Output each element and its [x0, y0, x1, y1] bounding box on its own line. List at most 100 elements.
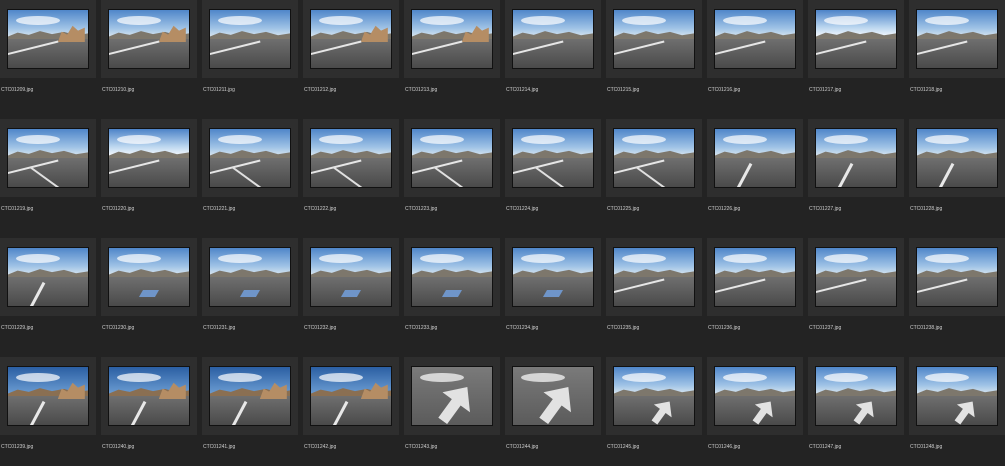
thumbnail-item[interactable]: CTC01218.jpg: [909, 0, 1005, 109]
thumbnail-item[interactable]: CTC01225.jpg: [606, 119, 702, 228]
photo-thumbnail[interactable]: [613, 247, 695, 307]
thumbnail-frame[interactable]: [101, 357, 197, 435]
photo-thumbnail[interactable]: [512, 128, 594, 188]
photo-thumbnail[interactable]: [108, 247, 190, 307]
photo-thumbnail[interactable]: [310, 9, 392, 69]
thumbnail-item[interactable]: CTC01220.jpg: [101, 119, 197, 228]
thumbnail-frame[interactable]: [909, 0, 1005, 78]
thumbnail-frame[interactable]: [707, 0, 803, 78]
thumbnail-item[interactable]: CTC01235.jpg: [606, 238, 702, 347]
photo-thumbnail[interactable]: [916, 9, 998, 69]
photo-thumbnail[interactable]: [714, 9, 796, 69]
thumbnail-item[interactable]: CTC01239.jpg: [0, 357, 96, 466]
thumbnail-frame[interactable]: [404, 119, 500, 197]
photo-thumbnail[interactable]: [916, 366, 998, 426]
thumbnail-frame[interactable]: [202, 357, 298, 435]
thumbnail-item[interactable]: CTC01236.jpg: [707, 238, 803, 347]
thumbnail-item[interactable]: CTC01246.jpg: [707, 357, 803, 466]
photo-thumbnail[interactable]: [411, 9, 493, 69]
thumbnail-item[interactable]: CTC01213.jpg: [404, 0, 500, 109]
photo-thumbnail[interactable]: [411, 247, 493, 307]
thumbnail-frame[interactable]: [808, 357, 904, 435]
photo-thumbnail[interactable]: [714, 247, 796, 307]
thumbnail-item[interactable]: CTC01217.jpg: [808, 0, 904, 109]
photo-thumbnail[interactable]: [209, 366, 291, 426]
photo-thumbnail[interactable]: [815, 128, 897, 188]
thumbnail-frame[interactable]: [303, 119, 399, 197]
photo-thumbnail[interactable]: [108, 366, 190, 426]
thumbnail-frame[interactable]: [505, 357, 601, 435]
thumbnail-frame[interactable]: [505, 119, 601, 197]
thumbnail-frame[interactable]: [0, 119, 96, 197]
thumbnail-item[interactable]: CTC01240.jpg: [101, 357, 197, 466]
thumbnail-frame[interactable]: [909, 119, 1005, 197]
thumbnail-item[interactable]: CTC01231.jpg: [202, 238, 298, 347]
thumbnail-frame[interactable]: [707, 119, 803, 197]
thumbnail-item[interactable]: CTC01245.jpg: [606, 357, 702, 466]
photo-thumbnail[interactable]: [613, 366, 695, 426]
thumbnail-item[interactable]: CTC01232.jpg: [303, 238, 399, 347]
photo-thumbnail[interactable]: [310, 128, 392, 188]
thumbnail-frame[interactable]: [101, 238, 197, 316]
photo-thumbnail[interactable]: [411, 366, 493, 426]
thumbnail-frame[interactable]: [0, 238, 96, 316]
photo-thumbnail[interactable]: [512, 366, 594, 426]
photo-thumbnail[interactable]: [815, 366, 897, 426]
thumbnail-frame[interactable]: [707, 238, 803, 316]
thumbnail-frame[interactable]: [101, 0, 197, 78]
thumbnail-frame[interactable]: [0, 357, 96, 435]
thumbnail-item[interactable]: CTC01222.jpg: [303, 119, 399, 228]
thumbnail-frame[interactable]: [303, 0, 399, 78]
thumbnail-item[interactable]: CTC01221.jpg: [202, 119, 298, 228]
thumbnail-item[interactable]: CTC01214.jpg: [505, 0, 601, 109]
photo-thumbnail[interactable]: [613, 9, 695, 69]
thumbnail-frame[interactable]: [606, 119, 702, 197]
thumbnail-frame[interactable]: [606, 357, 702, 435]
thumbnail-item[interactable]: CTC01247.jpg: [808, 357, 904, 466]
thumbnail-item[interactable]: CTC01233.jpg: [404, 238, 500, 347]
thumbnail-item[interactable]: CTC01228.jpg: [909, 119, 1005, 228]
photo-thumbnail[interactable]: [613, 128, 695, 188]
photo-thumbnail[interactable]: [411, 128, 493, 188]
thumbnail-frame[interactable]: [404, 357, 500, 435]
thumbnail-item[interactable]: CTC01212.jpg: [303, 0, 399, 109]
photo-thumbnail[interactable]: [310, 247, 392, 307]
thumbnail-item[interactable]: CTC01224.jpg: [505, 119, 601, 228]
thumbnail-frame[interactable]: [404, 238, 500, 316]
photo-thumbnail[interactable]: [7, 128, 89, 188]
thumbnail-frame[interactable]: [808, 0, 904, 78]
thumbnail-item[interactable]: CTC01216.jpg: [707, 0, 803, 109]
thumbnail-frame[interactable]: [101, 119, 197, 197]
thumbnail-frame[interactable]: [303, 238, 399, 316]
thumbnail-item[interactable]: CTC01241.jpg: [202, 357, 298, 466]
photo-thumbnail[interactable]: [310, 366, 392, 426]
photo-thumbnail[interactable]: [209, 128, 291, 188]
thumbnail-frame[interactable]: [0, 0, 96, 78]
thumbnail-item[interactable]: CTC01211.jpg: [202, 0, 298, 109]
thumbnail-frame[interactable]: [808, 238, 904, 316]
thumbnail-item[interactable]: CTC01210.jpg: [101, 0, 197, 109]
thumbnail-item[interactable]: CTC01215.jpg: [606, 0, 702, 109]
thumbnail-item[interactable]: CTC01237.jpg: [808, 238, 904, 347]
thumbnail-item[interactable]: CTC01209.jpg: [0, 0, 96, 109]
thumbnail-frame[interactable]: [808, 119, 904, 197]
photo-thumbnail[interactable]: [512, 9, 594, 69]
thumbnail-item[interactable]: CTC01223.jpg: [404, 119, 500, 228]
photo-thumbnail[interactable]: [815, 247, 897, 307]
photo-thumbnail[interactable]: [714, 366, 796, 426]
thumbnail-frame[interactable]: [707, 357, 803, 435]
photo-thumbnail[interactable]: [7, 9, 89, 69]
thumbnail-frame[interactable]: [606, 238, 702, 316]
thumbnail-item[interactable]: CTC01230.jpg: [101, 238, 197, 347]
photo-thumbnail[interactable]: [916, 247, 998, 307]
thumbnail-frame[interactable]: [909, 357, 1005, 435]
thumbnail-item[interactable]: CTC01243.jpg: [404, 357, 500, 466]
thumbnail-frame[interactable]: [909, 238, 1005, 316]
thumbnail-item[interactable]: CTC01219.jpg: [0, 119, 96, 228]
thumbnail-frame[interactable]: [606, 0, 702, 78]
photo-thumbnail[interactable]: [512, 247, 594, 307]
photo-thumbnail[interactable]: [815, 9, 897, 69]
photo-thumbnail[interactable]: [209, 247, 291, 307]
thumbnail-item[interactable]: CTC01248.jpg: [909, 357, 1005, 466]
thumbnail-frame[interactable]: [505, 0, 601, 78]
